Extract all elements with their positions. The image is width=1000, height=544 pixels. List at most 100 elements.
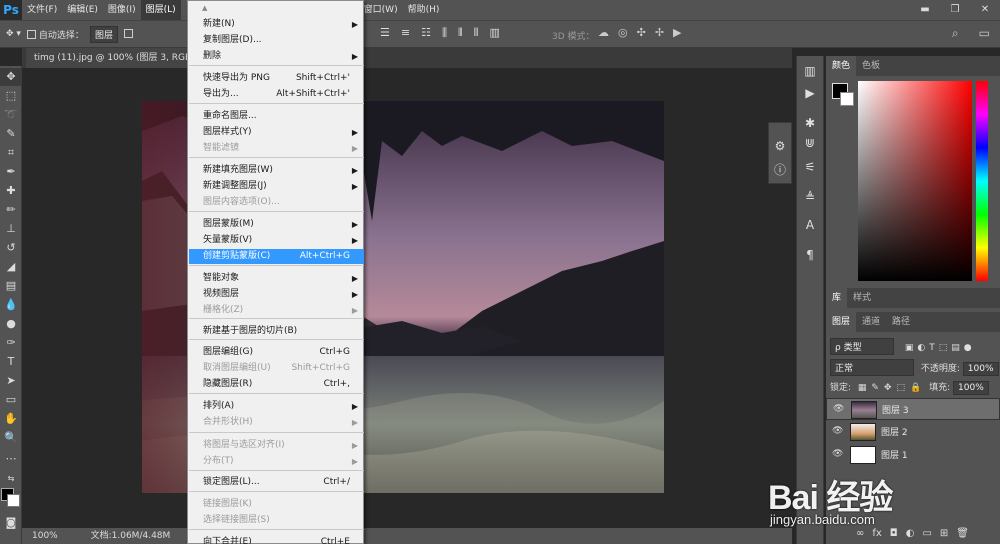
more-tools-icon[interactable]: ⋯	[0, 450, 22, 468]
menu-item[interactable]: 创建剪贴蒙版(C) Alt+Ctrl+G	[189, 249, 364, 264]
crop-tool-icon[interactable]: ⌗	[0, 144, 22, 162]
swap-colors-icon[interactable]: ⇆	[0, 470, 22, 488]
tab-channels[interactable]: 通道	[856, 312, 886, 332]
menu-item[interactable]: 新建基于图层的切片(B)	[189, 324, 364, 339]
brush-tool-icon[interactable]: ✏	[0, 201, 22, 219]
menu-image[interactable]: 图像(I)	[103, 0, 141, 20]
path-select-tool-icon[interactable]: ➤	[0, 372, 22, 390]
menu-item[interactable]: 隐藏图层(R) Ctrl+,	[189, 377, 364, 392]
quick-mask-icon[interactable]: ◙	[0, 514, 22, 532]
align-bottom-icon[interactable]: ☷	[421, 26, 431, 40]
brush-settings-icon[interactable]: ⚟	[797, 160, 823, 174]
eraser-tool-icon[interactable]: ◢	[0, 258, 22, 276]
visibility-eye-icon[interactable]: 👁	[833, 404, 844, 414]
history-icon[interactable]: ▥	[797, 64, 823, 78]
type-tool-icon[interactable]: T	[0, 353, 22, 371]
opacity-input[interactable]: 100%	[962, 362, 999, 376]
orbit-icon[interactable]: ☁	[598, 26, 609, 39]
menu-item[interactable]: 删除 ▶	[189, 49, 364, 64]
lasso-tool-icon[interactable]: ➰	[0, 106, 22, 124]
menu-file[interactable]: 文件(F)	[22, 0, 62, 20]
tab-libraries[interactable]: 库	[826, 288, 848, 308]
adjustments-icon[interactable]: ✱	[797, 116, 823, 130]
menu-item[interactable]: 重命名图层...	[189, 109, 364, 124]
dodge-tool-icon[interactable]: ●	[0, 315, 22, 333]
menu-item[interactable]: 快速导出为 PNG Shift+Ctrl+'	[189, 71, 364, 86]
layer-name[interactable]: 图层 2	[881, 425, 908, 438]
visibility-eye-icon[interactable]: 👁	[832, 449, 843, 459]
scroll-up-arrow-icon[interactable]: ▲	[202, 4, 207, 12]
slide-icon[interactable]: ✢	[655, 26, 664, 39]
menu-item[interactable]: 排列(A) ▶	[189, 399, 364, 414]
menu-item[interactable]: 矢量蒙版(V) ▶	[189, 233, 364, 248]
canvas-area[interactable]	[22, 68, 792, 528]
visibility-eye-icon[interactable]: 👁	[832, 426, 843, 436]
roll-icon[interactable]: ◎	[618, 26, 628, 39]
menu-item[interactable]: 新建(N) ▶	[189, 17, 364, 32]
properties-icon[interactable]: ⚙	[769, 139, 791, 153]
shape-tool-icon[interactable]: ▭	[0, 391, 22, 409]
layer-row[interactable]: 👁 图层 2	[826, 421, 1000, 443]
zoom-level[interactable]: 100%	[32, 531, 58, 541]
menu-item[interactable]: 新建填充图层(W) ▶	[189, 163, 364, 178]
menu-layer[interactable]: 图层(L)	[140, 0, 181, 20]
minimize-button[interactable]: ▬	[910, 0, 940, 20]
distribute-h-icon[interactable]: ⫴	[458, 26, 463, 40]
tool-presets-icon[interactable]: ≜	[797, 190, 823, 204]
quick-select-tool-icon[interactable]: ✎	[0, 125, 22, 143]
tab-color[interactable]: 颜色	[826, 56, 857, 76]
align-vcenter-icon[interactable]: ≡	[401, 26, 410, 40]
history-brush-icon[interactable]: ↺	[0, 239, 22, 257]
document-tab[interactable]: timg (11).jpg @ 100% (图层 3, RGB/8#)	[26, 48, 191, 68]
menu-item[interactable]: 导出为... Alt+Shift+Ctrl+'	[189, 87, 364, 102]
menu-item[interactable]: 智能对象 ▶	[189, 271, 364, 286]
menu-item[interactable]: 图层编组(G) Ctrl+G	[189, 345, 364, 360]
zoom-tool-icon[interactable]: 🔍	[0, 429, 22, 447]
layer-filter-dropdown[interactable]: ρ 类型	[830, 338, 894, 355]
restore-button[interactable]: ❐	[940, 0, 970, 20]
background-color-swatch[interactable]	[7, 494, 20, 507]
layer-filter-icons[interactable]: ▣◐T⬚▤●	[905, 343, 976, 353]
menu-item[interactable]: 锁定图层(L)... Ctrl+/	[189, 475, 364, 490]
tab-layers[interactable]: 图层	[826, 312, 857, 332]
layer-name[interactable]: 图层 1	[881, 448, 908, 461]
info-icon[interactable]: ⓘ	[769, 161, 791, 178]
menu-item[interactable]: 新建调整图层(J) ▶	[189, 179, 364, 194]
color-field[interactable]	[858, 81, 972, 281]
menu-item[interactable]: 视频图层 ▶	[189, 287, 364, 302]
actions-play-icon[interactable]: ▶	[797, 86, 823, 100]
tab-styles[interactable]: 样式	[847, 288, 877, 308]
pen-tool-icon[interactable]: ✑	[0, 334, 22, 352]
stamp-tool-icon[interactable]: ⊥	[0, 220, 22, 238]
camera-icon[interactable]: ▶	[673, 26, 681, 39]
gradient-tool-icon[interactable]: ▤	[0, 277, 22, 295]
menu-help[interactable]: 帮助(H)	[403, 0, 445, 20]
pan-icon[interactable]: ✣	[637, 26, 646, 39]
distribute-v-icon[interactable]: ⦀	[474, 26, 479, 40]
paragraph-icon[interactable]: ¶	[797, 248, 823, 262]
auto-select-checkbox[interactable]: 自动选择：	[26, 28, 84, 41]
hue-slider[interactable]	[976, 81, 988, 281]
menu-edit[interactable]: 编辑(E)	[62, 0, 103, 20]
fill-input[interactable]: 100%	[953, 381, 989, 395]
show-transform-checkbox[interactable]	[123, 28, 136, 40]
lock-icons[interactable]: ▦✎✥⬚🔒	[858, 383, 926, 393]
workspace-icon[interactable]: ▭	[979, 26, 990, 41]
move-tool-icon[interactable]: ✥	[0, 68, 22, 86]
move-tool-icon[interactable]: ✥ ▾	[6, 29, 21, 39]
auto-align-icon[interactable]: ▥	[490, 26, 500, 40]
eyedropper-tool-icon[interactable]: ✒	[0, 163, 22, 181]
menu-item[interactable]: 复制图层(D)...	[189, 33, 364, 48]
hand-tool-icon[interactable]: ✋	[0, 410, 22, 428]
blend-mode-dropdown[interactable]: 正常	[830, 359, 914, 376]
brush-presets-icon[interactable]: ⋓	[797, 136, 823, 150]
tab-paths[interactable]: 路径	[886, 312, 916, 332]
tab-swatches[interactable]: 色板	[856, 56, 886, 76]
close-button[interactable]: ✕	[970, 0, 1000, 20]
layer-name[interactable]: 图层 3	[882, 403, 909, 416]
character-icon[interactable]: A	[797, 218, 823, 232]
menu-window[interactable]: 窗口(W)	[359, 0, 403, 20]
menu-item[interactable]: 图层样式(Y) ▶	[189, 125, 364, 140]
search-icon[interactable]: ⌕	[952, 26, 959, 41]
color-panel-background[interactable]	[840, 92, 854, 106]
